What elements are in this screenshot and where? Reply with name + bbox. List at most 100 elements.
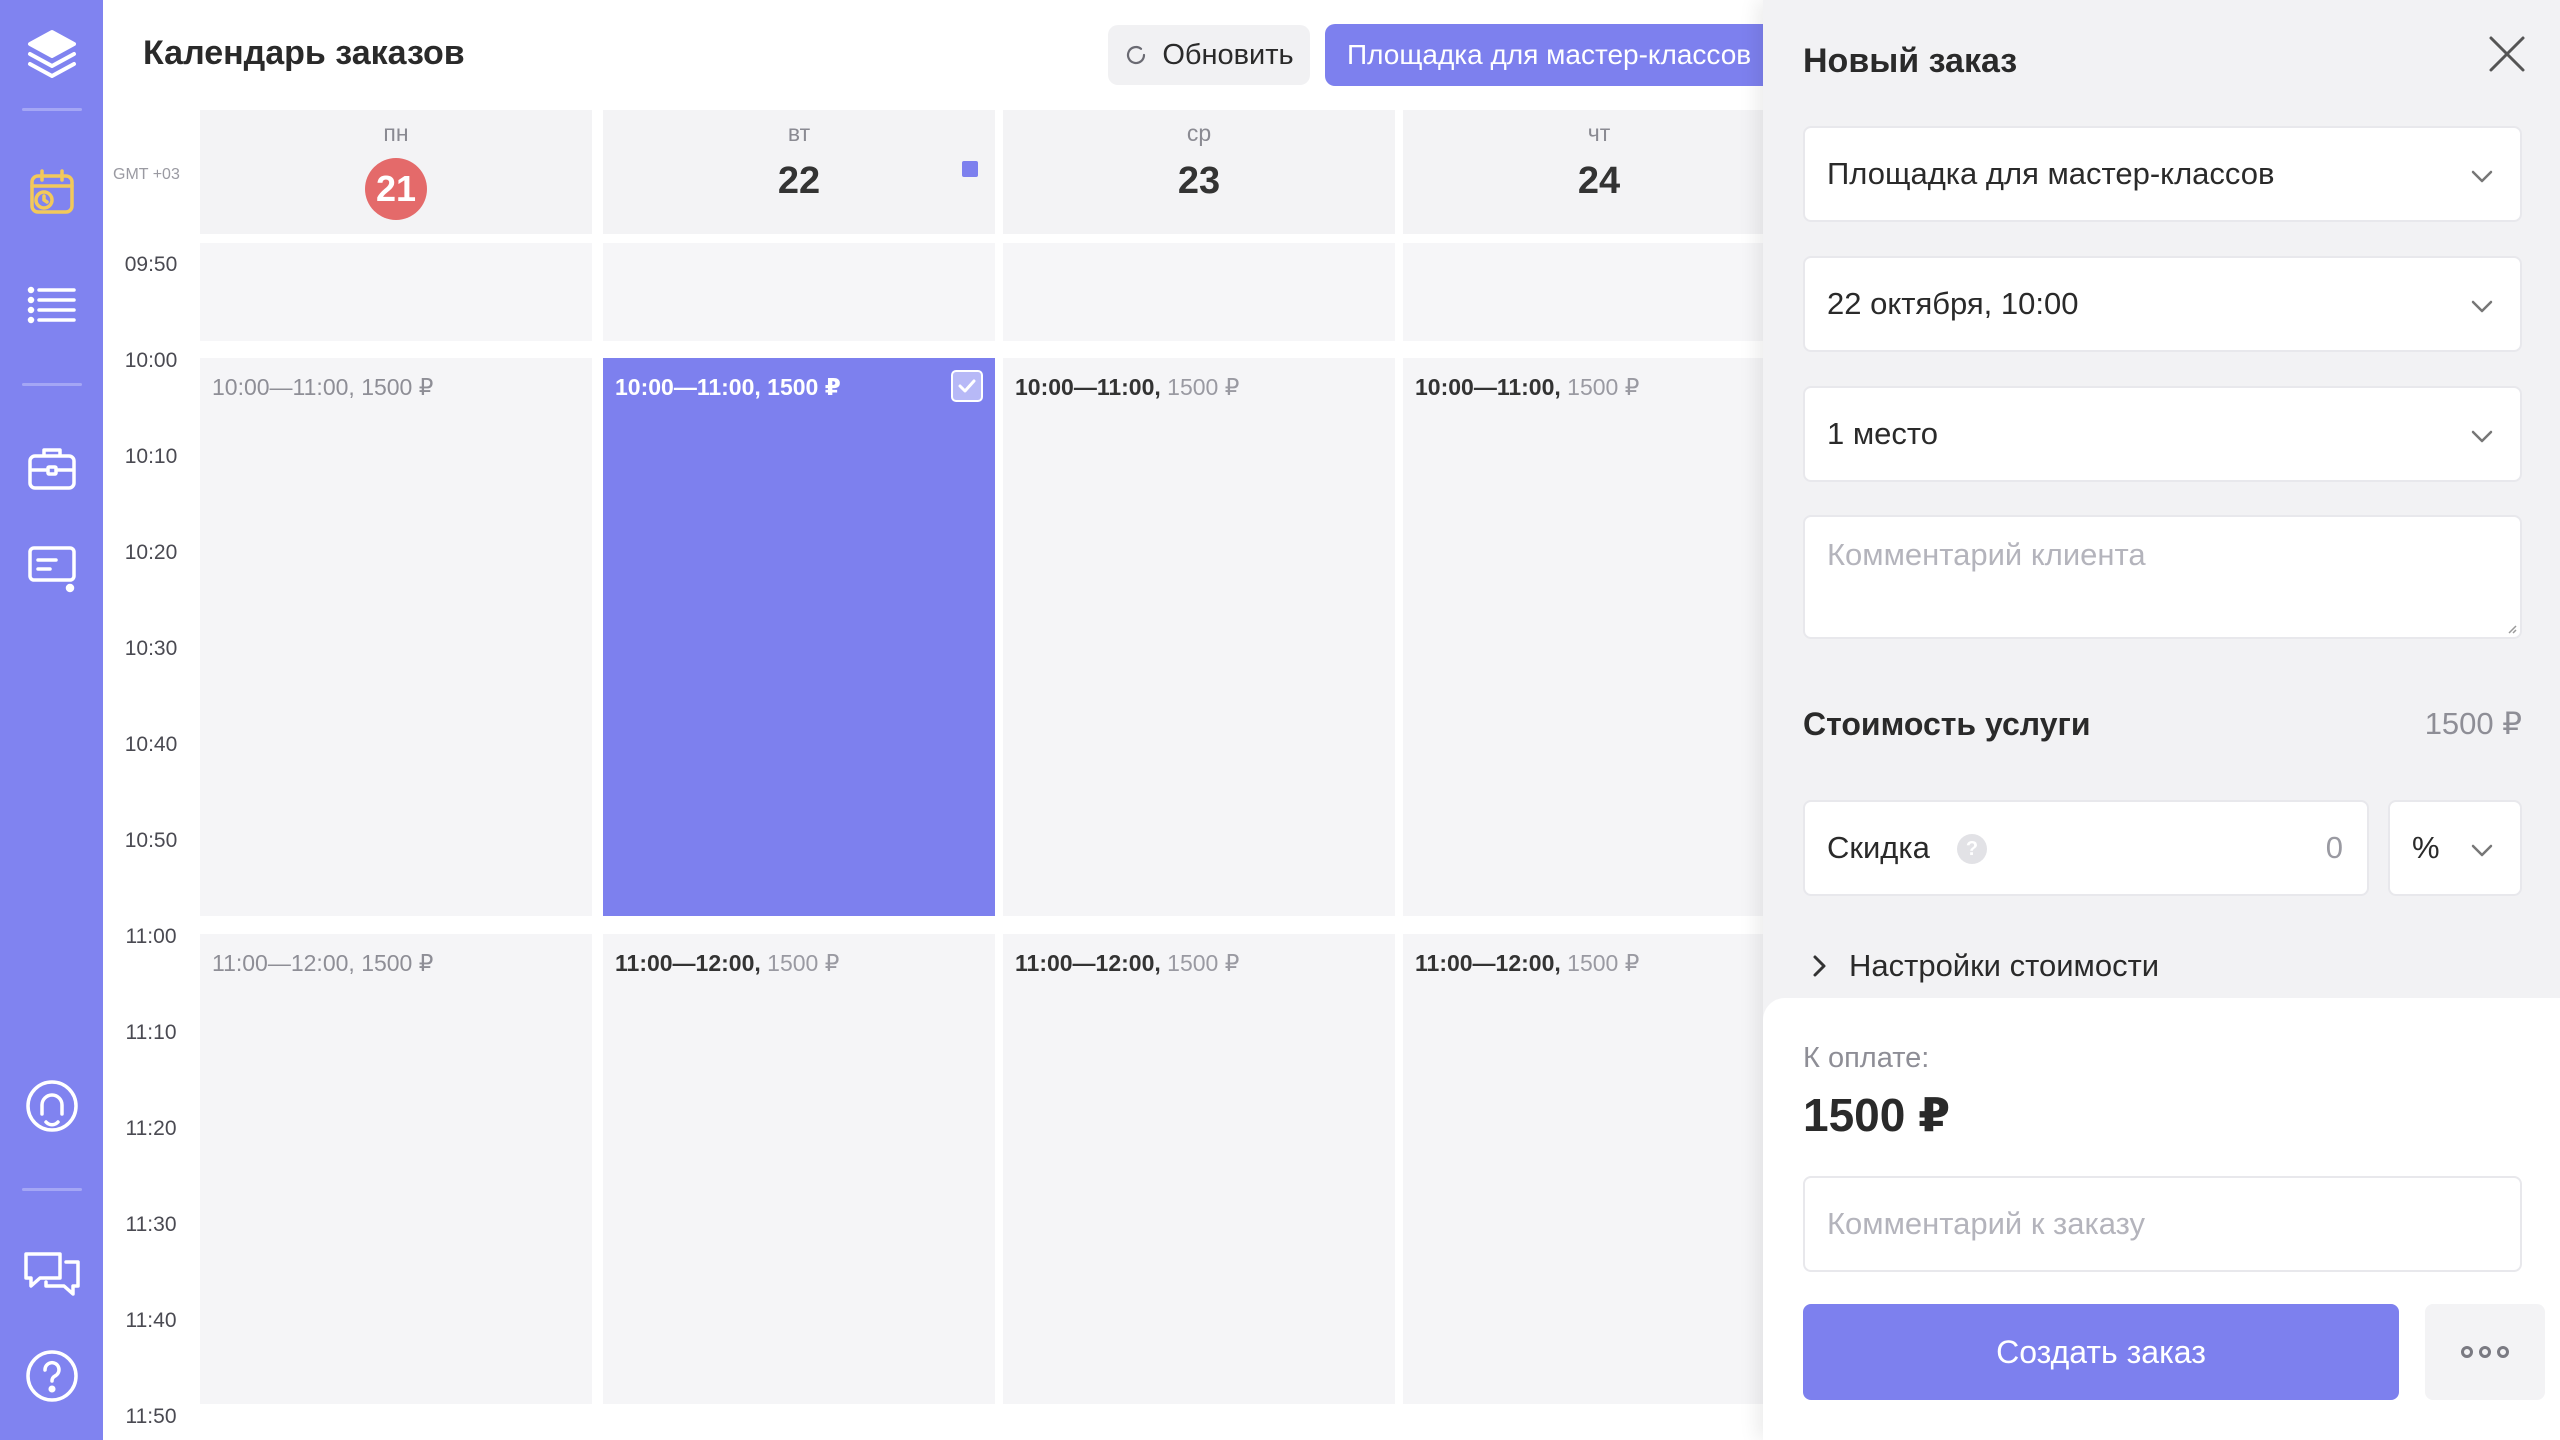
- time-slot[interactable]: 11:00—12:00, 1500 ₽: [200, 934, 592, 1404]
- time-label: 11:50: [125, 1405, 177, 1428]
- sidebar-divider: [22, 108, 82, 111]
- slot-label: 11:00—12:00, 1500 ₽: [1015, 950, 1240, 976]
- discount-value: 0: [2325, 830, 2343, 865]
- date-select[interactable]: 22 октября, 10:00: [1803, 256, 2522, 352]
- venue-select-value: Площадка для мастер-классов: [1827, 156, 2275, 191]
- day-header-mon[interactable]: пн 21: [200, 110, 592, 234]
- refresh-label: Обновить: [1162, 38, 1294, 71]
- day-header-tue[interactable]: вт 22: [603, 110, 995, 234]
- time-label: 10:30: [124, 637, 178, 660]
- pay-amount: 1500 ₽: [1803, 1089, 1951, 1141]
- slot-label: 11:00—12:00, 1500 ₽: [212, 950, 434, 976]
- day-header-wed[interactable]: ср 23: [1003, 110, 1395, 234]
- time-slot[interactable]: 10:00—11:00, 1500 ₽: [200, 358, 592, 916]
- time-slot[interactable]: 11:00—12:00, 1500 ₽: [1403, 934, 1795, 1404]
- time-label: 10:40: [124, 733, 178, 756]
- slot-label: 10:00—11:00, 1500 ₽: [1415, 374, 1640, 400]
- day-name: чт: [1587, 120, 1611, 146]
- help-icon[interactable]: [18, 1342, 86, 1410]
- chat-icon[interactable]: [18, 1240, 86, 1308]
- order-comment-input[interactable]: [1803, 1176, 2522, 1272]
- day-header-thu[interactable]: чт 24: [1403, 110, 1795, 234]
- sidebar: [0, 0, 103, 1440]
- today-day-number: 21: [365, 158, 427, 220]
- check-icon: [958, 379, 976, 393]
- help-icon[interactable]: ?: [1957, 834, 1987, 864]
- chevron-down-icon: [2471, 300, 2493, 313]
- time-label: 10:10: [124, 445, 178, 468]
- discount-field[interactable]: Скидка ? 0: [1803, 800, 2369, 896]
- more-icon: [2479, 1346, 2491, 1358]
- refresh-button[interactable]: Обновить: [1108, 25, 1310, 85]
- time-label: 11:20: [125, 1117, 177, 1140]
- time-label: 10:50: [124, 829, 178, 852]
- day-name: вт: [787, 120, 811, 146]
- slot-label: 11:00—12:00, 1500 ₽: [1415, 950, 1640, 976]
- order-summary: К оплате: 1500 ₽ Создать заказ: [1763, 998, 2560, 1440]
- day-number: 23: [1177, 160, 1221, 202]
- service-cost-label: Стоимость услуги: [1803, 706, 2091, 742]
- time-label: 10:00: [124, 349, 178, 372]
- time-slot[interactable]: 10:00—11:00, 1500 ₽: [1403, 358, 1795, 916]
- time-slot[interactable]: 11:00—12:00, 1500 ₽: [1003, 934, 1395, 1404]
- time-slot[interactable]: 10:00—11:00, 1500 ₽: [1003, 358, 1395, 916]
- day-name: ср: [1186, 120, 1212, 146]
- service-cost-value: 1500 ₽: [2424, 706, 2522, 741]
- message-icon[interactable]: [18, 534, 86, 602]
- calendar-main: Календарь заказов Обновить Площадка для …: [103, 0, 1805, 1440]
- panel-title: Новый заказ: [1803, 42, 2018, 80]
- day-number: 22: [777, 160, 821, 202]
- briefcase-icon[interactable]: [18, 434, 86, 502]
- empty-slot[interactable]: [1003, 243, 1395, 341]
- slot-label: 10:00—11:00, 1500 ₽: [1015, 374, 1240, 400]
- time-label: 09:50: [124, 253, 178, 276]
- close-icon: [2489, 36, 2525, 72]
- list-icon[interactable]: [18, 268, 86, 336]
- discount-label: Скидка: [1827, 830, 1930, 865]
- day-number: 24: [1577, 160, 1621, 202]
- logo-icon[interactable]: [18, 18, 86, 86]
- client-comment-input[interactable]: [1803, 515, 2522, 639]
- price-settings-label: Настройки стоимости: [1849, 948, 2160, 983]
- slot-label: 10:00—11:00, 1500 ₽: [212, 374, 434, 400]
- time-slot-selected[interactable]: 10:00—11:00, 1500 ₽: [603, 358, 995, 916]
- more-icon: [2497, 1346, 2509, 1358]
- slot-label: 10:00—11:00, 1500 ₽: [615, 374, 841, 400]
- slot-checkbox[interactable]: [951, 370, 983, 402]
- time-label: 11:40: [125, 1309, 177, 1332]
- timezone-label: GMT +03: [113, 166, 180, 183]
- resize-handle-icon[interactable]: [2507, 624, 2517, 634]
- sidebar-divider: [22, 1188, 82, 1191]
- time-label: 11:10: [125, 1021, 177, 1044]
- day-marker: [962, 161, 978, 177]
- time-label: 11:30: [125, 1213, 177, 1236]
- venue-filter-button[interactable]: Площадка для мастер-классов: [1325, 24, 1805, 86]
- refresh-icon: [1127, 45, 1146, 65]
- create-order-button[interactable]: Создать заказ: [1803, 1304, 2399, 1400]
- time-label: 10:20: [124, 541, 178, 564]
- discount-unit-value: %: [2412, 830, 2440, 865]
- new-order-panel: Новый заказ Площадка для мастер-классов …: [1763, 0, 2560, 1440]
- slot-label: 11:00—12:00, 1500 ₽: [615, 950, 840, 976]
- support-icon[interactable]: [18, 1072, 86, 1140]
- chevron-right-icon: [1813, 955, 1826, 977]
- close-button[interactable]: [2483, 30, 2531, 78]
- venue-select[interactable]: Площадка для мастер-классов: [1803, 126, 2522, 222]
- sidebar-divider: [22, 383, 82, 386]
- chevron-down-icon: [2471, 170, 2493, 183]
- pay-label: К оплате:: [1803, 1042, 1930, 1074]
- day-name: пн: [383, 120, 409, 146]
- date-select-value: 22 октября, 10:00: [1827, 286, 2079, 321]
- chevron-down-icon: [2471, 430, 2493, 443]
- time-label: 11:00: [125, 925, 177, 948]
- more-options-button[interactable]: [2425, 1304, 2545, 1400]
- empty-slot[interactable]: [200, 243, 592, 341]
- discount-unit-select[interactable]: %: [2388, 800, 2522, 896]
- calendar-icon[interactable]: [18, 158, 86, 226]
- seats-select[interactable]: 1 место: [1803, 386, 2522, 482]
- time-slot[interactable]: 11:00—12:00, 1500 ₽: [603, 934, 995, 1404]
- empty-slot[interactable]: [1403, 243, 1795, 341]
- price-settings-toggle[interactable]: Настройки стоимости: [1809, 948, 2159, 984]
- empty-slot[interactable]: [603, 243, 995, 341]
- more-icon: [2461, 1346, 2473, 1358]
